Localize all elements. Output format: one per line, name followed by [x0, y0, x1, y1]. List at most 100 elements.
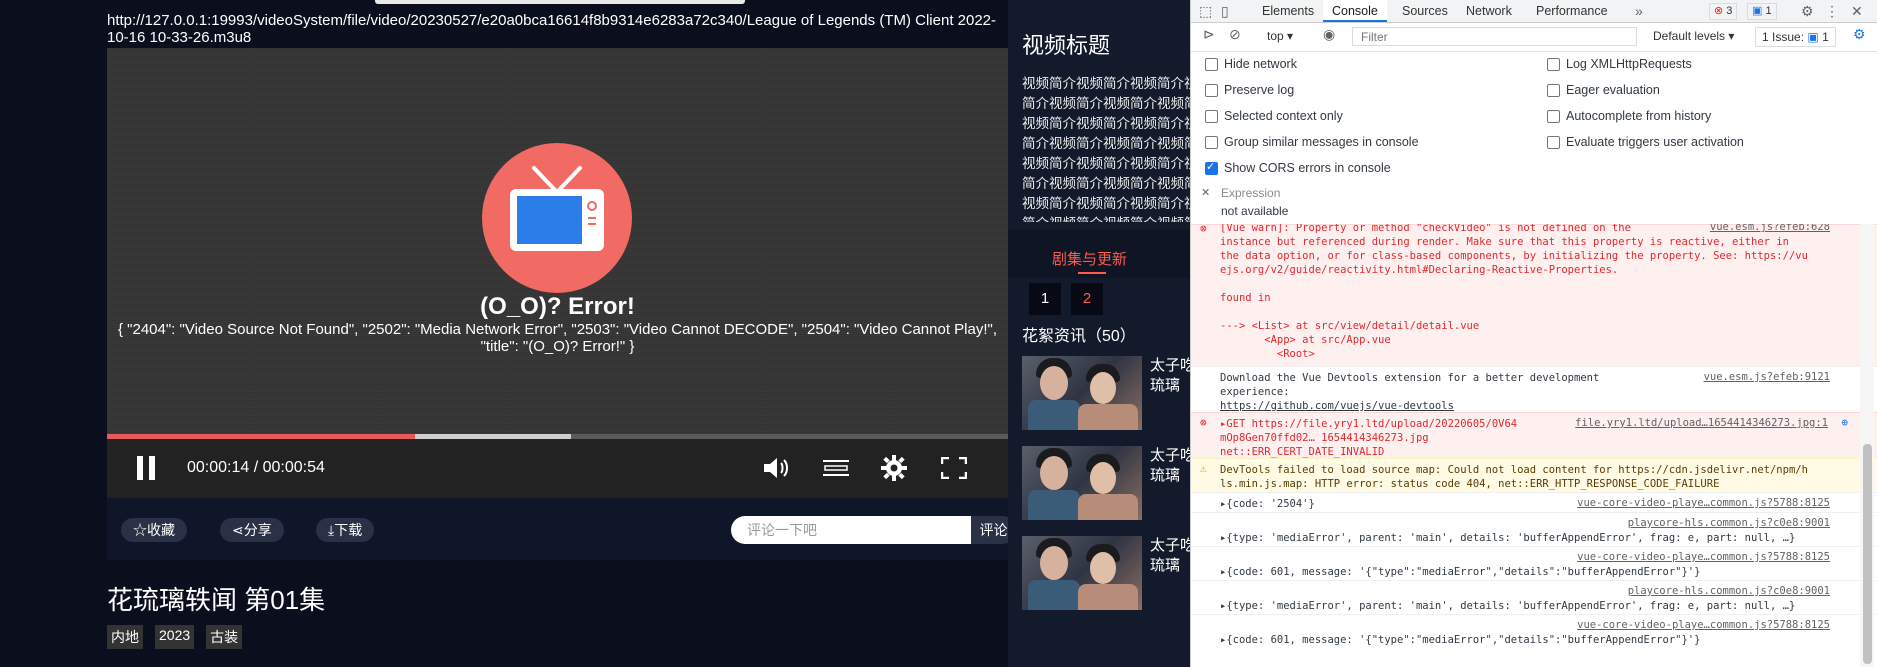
device-toolbar-icon[interactable]: ▯ — [1221, 3, 1229, 20]
devtools-settings-icon[interactable]: ⚙ — [1801, 3, 1814, 20]
console-settings-icon[interactable]: ⚙ — [1853, 26, 1866, 43]
tab-performance[interactable]: Performance — [1527, 0, 1617, 22]
selected-context-checkbox[interactable]: Selected context only — [1205, 109, 1343, 123]
message-source-link[interactable]: vue-core-video-playe…common.js?5788:8125 — [1577, 497, 1830, 509]
warning-icon: ⚠ — [1200, 462, 1207, 475]
checkbox-box — [1205, 57, 1218, 71]
clear-console-icon[interactable]: ⊘ — [1229, 26, 1241, 43]
info-counter[interactable]: ▣ 1 — [1747, 3, 1777, 20]
message-line: net::ERR_CERT_DATE_INVALID — [1220, 446, 1385, 458]
checkbox-label: Log XMLHttpRequests — [1566, 57, 1692, 71]
info-badge-icon: ▣ — [1752, 5, 1763, 17]
sidebar-toggle-icon[interactable]: ⊳ — [1203, 26, 1215, 43]
tag-region[interactable]: 内地 — [107, 625, 143, 649]
download-button[interactable]: ⤓下载 — [316, 518, 375, 542]
info-sidebar: 视频标题 视频简介视频简介视频简介视频简介视频简介视频简介视频简介视频简介视频简… — [1008, 0, 1190, 667]
news-item[interactable]: 太子吃给琉璃 — [1022, 356, 1190, 430]
live-expression-eye-icon[interactable]: ◉ — [1323, 26, 1335, 43]
eager-evaluation-checkbox[interactable]: Eager evaluation — [1547, 83, 1660, 97]
checkbox-box — [1205, 109, 1218, 123]
message-line: ls.min.js.map: HTTP error: status code 4… — [1220, 478, 1720, 490]
console-filter-input[interactable]: Filter — [1352, 27, 1637, 46]
console-warning-message[interactable]: ⚠ DevTools failed to load source map: Co… — [1191, 458, 1877, 492]
console-log-message[interactable]: playcore-hls.common.js?c0e8:9001 ▸{type:… — [1191, 580, 1877, 614]
video-tags: 内地 2023 古装 — [107, 625, 243, 649]
checkbox-box — [1547, 135, 1560, 149]
console-log-message[interactable]: ▸{code: '2504'} vue-core-video-playe…com… — [1191, 492, 1877, 512]
message-source-link[interactable]: vue.esm.js?efeb:628 — [1710, 224, 1830, 233]
console-log-message[interactable]: Download the Vue Devtools extension for … — [1191, 366, 1877, 412]
message-source-link[interactable]: playcore-hls.common.js?c0e8:9001 — [1628, 585, 1830, 597]
console-error-message[interactable]: ⊗ ▸GET https://file.yry1.ltd/upload/2022… — [1191, 412, 1877, 458]
top-strip — [375, 0, 745, 4]
kebab-menu-icon[interactable]: ⋮ — [1825, 3, 1839, 20]
message-source-link[interactable]: vue-core-video-playe…common.js?5788:8125 — [1577, 619, 1830, 631]
console-toolbar: ⊳ ⊘ top ▾ ◉ Filter Default levels ▾ 1 Is… — [1191, 23, 1877, 52]
issues-button[interactable]: 1 Issue: ▣ 1 — [1755, 27, 1836, 47]
console-log-message[interactable]: vue-core-video-playe…common.js?5788:8125… — [1191, 546, 1877, 580]
tab-network[interactable]: Network — [1457, 0, 1521, 22]
news-item[interactable]: 太子吃给琉璃 — [1022, 446, 1190, 520]
issue-icon: ▣ — [1807, 30, 1819, 44]
context-selector[interactable]: top ▾ — [1267, 29, 1293, 43]
tab-elements[interactable]: Elements — [1253, 0, 1323, 22]
error-message: { "2404": "Video Source Not Found", "250… — [117, 321, 997, 355]
checkbox-label: Evaluate triggers user activation — [1566, 135, 1744, 149]
theater-mode-button[interactable] — [819, 451, 853, 485]
console-log-message[interactable]: vue-core-video-playe…common.js?5788:8125… — [1191, 614, 1877, 667]
checkbox-box — [1205, 83, 1218, 97]
expression-label: Expression — [1221, 186, 1281, 200]
checkbox-box — [1205, 135, 1218, 149]
tv-error-icon — [482, 143, 632, 293]
tab-sources[interactable]: Sources — [1393, 0, 1457, 22]
settings-button[interactable] — [877, 451, 911, 485]
log-xhr-checkbox[interactable]: Log XMLHttpRequests — [1547, 57, 1692, 71]
devtools-panel: ⬚ ▯ Elements Console Sources Network Per… — [1190, 0, 1877, 667]
message-source-link[interactable]: playcore-hls.common.js?c0e8:9001 — [1628, 517, 1830, 529]
autocomplete-history-checkbox[interactable]: Autocomplete from history — [1547, 109, 1711, 123]
message-line: ▸{code: 601, message: '{"type":"mediaErr… — [1220, 634, 1701, 646]
share-button[interactable]: ⋖分享 — [220, 518, 284, 542]
tag-year[interactable]: 2023 — [155, 625, 195, 649]
checkbox-box — [1205, 160, 1218, 175]
news-thumbnail — [1022, 446, 1142, 520]
evaluate-triggers-checkbox[interactable]: Evaluate triggers user activation — [1547, 135, 1744, 149]
favorite-button[interactable]: ☆收藏 — [121, 518, 187, 542]
video-player[interactable]: (O_O)? Error! { "2404": "Video Source No… — [107, 48, 1008, 498]
error-badge-icon: ⊗ — [1714, 5, 1724, 17]
more-tabs-icon[interactable]: » — [1635, 3, 1643, 19]
tab-episodes[interactable]: 剧集与更新 — [1052, 248, 1127, 269]
tab-console[interactable]: Console — [1323, 0, 1387, 22]
tag-genre[interactable]: 古装 — [206, 625, 243, 649]
network-request-icon[interactable]: ⊕ — [1841, 416, 1848, 429]
episode-2[interactable]: 2 — [1071, 283, 1103, 315]
live-expression[interactable]: ✕ Expression not available — [1191, 182, 1877, 225]
log-levels-dropdown[interactable]: Default levels ▾ — [1653, 29, 1734, 43]
episode-1[interactable]: 1 — [1029, 283, 1061, 315]
message-source-link[interactable]: vue.esm.js?efeb:9121 — [1704, 371, 1830, 383]
volume-button[interactable] — [759, 451, 793, 485]
pause-button[interactable] — [131, 451, 161, 485]
group-similar-checkbox[interactable]: Group similar messages in console — [1205, 135, 1419, 149]
console-scrollbar-thumb[interactable] — [1863, 444, 1872, 664]
inspect-element-icon[interactable]: ⬚ — [1199, 3, 1212, 20]
time-display: 00:00:14 / 00:00:54 — [187, 459, 325, 476]
hide-network-checkbox[interactable]: Hide network — [1205, 57, 1297, 71]
message-link[interactable]: https://github.com/vuejs/vue-devtools — [1220, 399, 1454, 413]
message-line: ▸{type: 'mediaError', parent: 'main', de… — [1220, 532, 1796, 544]
error-counter[interactable]: ⊗ 3 — [1709, 3, 1738, 20]
preserve-log-checkbox[interactable]: Preserve log — [1205, 83, 1294, 97]
comment-input[interactable] — [731, 516, 971, 544]
remove-expression-icon[interactable]: ✕ — [1201, 186, 1210, 199]
show-cors-checkbox[interactable]: Show CORS errors in console — [1205, 160, 1391, 175]
checkbox-box — [1547, 57, 1560, 71]
close-devtools-icon[interactable]: ✕ — [1851, 3, 1863, 20]
news-item[interactable]: 太子吃给琉璃 — [1022, 536, 1190, 610]
message-line: ▸{code: 601, message: '{"type":"mediaErr… — [1220, 566, 1701, 578]
console-log-message[interactable]: playcore-hls.common.js?c0e8:9001 ▸{type:… — [1191, 512, 1877, 546]
fullscreen-button[interactable] — [937, 451, 971, 485]
checkbox-label: Show CORS errors in console — [1224, 161, 1391, 175]
console-error-message[interactable]: ⊗ [Vue warn]: Property or method "checkV… — [1191, 224, 1877, 366]
message-source-link[interactable]: file.yry1.ltd/upload…1654414346273.jpg:1 — [1575, 417, 1828, 429]
message-source-link[interactable]: vue-core-video-playe…common.js?5788:8125 — [1577, 551, 1830, 563]
